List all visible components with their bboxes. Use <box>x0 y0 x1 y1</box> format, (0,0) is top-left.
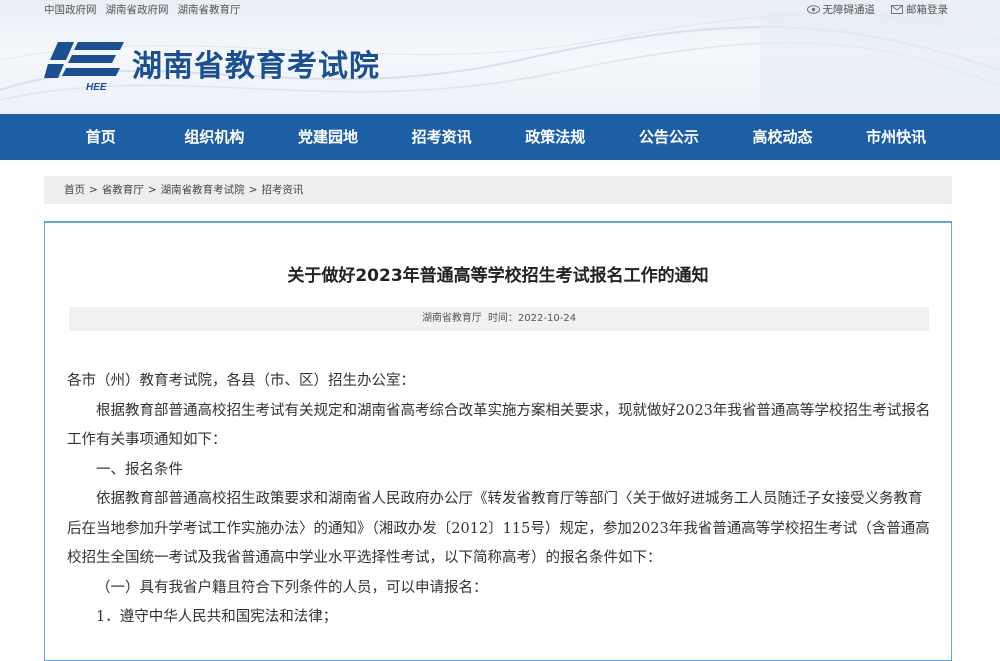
article-title: 关于做好2023年普通高等学校招生考试报名工作的通知 <box>287 266 709 286</box>
article-body: 各市（州）教育考试院，各县（市、区）招生办公室： 根据教育部普通高校招生考试有关… <box>67 367 933 633</box>
breadcrumb-home[interactable]: 首页 <box>64 184 85 196</box>
breadcrumb-separator: > <box>89 184 98 196</box>
article-paragraph: （一）具有我省户籍且符合下列条件的人员，可以申请报名： <box>96 579 488 596</box>
site-logo[interactable]: HEE 湖南省教育考试院 <box>44 38 380 94</box>
article-time-label: 时间： <box>487 313 518 324</box>
link-gov-cn[interactable]: 中国政府网 <box>44 2 97 17</box>
site-header: 中国政府网 湖南省政府网 湖南省教育厅 无障碍通道 邮箱登录 HEE 湖南省教育… <box>0 0 1000 114</box>
breadcrumb-admissions-news[interactable]: 招考资讯 <box>261 184 303 196</box>
eye-icon <box>806 5 820 14</box>
breadcrumb: 首页 > 省教育厅 > 湖南省教育考试院 > 招考资讯 <box>44 176 952 204</box>
article-source: 湖南省教育厅 <box>421 313 482 324</box>
article-paragraph: 根据教育部普通高校招生考试有关规定和湖南省高考综合改革实施方案相关要求，现就做好… <box>67 402 931 449</box>
nav-item-policies[interactable]: 政策法规 <box>499 114 613 160</box>
nav-item-organization[interactable]: 组织机构 <box>158 114 272 160</box>
accessibility-label: 无障碍通道 <box>822 4 876 16</box>
main-nav: 首页 组织机构 党建园地 招考资讯 政策法规 公告公示 高校动态 市州快讯 <box>0 114 1000 160</box>
accessibility-link[interactable]: 无障碍通道 <box>806 2 876 17</box>
nav-item-university-news[interactable]: 高校动态 <box>726 114 840 160</box>
site-title: 湖南省教育考试院 <box>132 49 380 84</box>
nav-item-party-building[interactable]: 党建园地 <box>271 114 385 160</box>
breadcrumb-separator: > <box>248 184 258 196</box>
mail-login-label: 邮箱登录 <box>906 4 948 16</box>
article-paragraph: 一、报名条件 <box>96 461 183 478</box>
article-paragraph: 各市（州）教育考试院，各县（市、区）招生办公室： <box>67 373 415 389</box>
logo-text: HEE <box>86 82 107 93</box>
article-panel: 关于做好2023年普通高等学校招生考试报名工作的通知 湖南省教育厅 时间：2022… <box>44 221 952 661</box>
link-hunan-gov[interactable]: 湖南省政府网 <box>106 2 169 17</box>
breadcrumb-edu-dept[interactable]: 省教育厅 <box>102 184 144 196</box>
breadcrumb-exam-institute[interactable]: 湖南省教育考试院 <box>161 184 245 196</box>
nav-item-city-news[interactable]: 市州快讯 <box>839 114 953 160</box>
nav-item-admissions-news[interactable]: 招考资讯 <box>385 114 499 160</box>
nav-item-announcements[interactable]: 公告公示 <box>612 114 726 160</box>
hee-logo-icon: HEE <box>44 42 124 93</box>
nav-item-home[interactable]: 首页 <box>44 114 158 160</box>
mail-icon <box>891 5 903 14</box>
article-paragraph: 依据教育部普通高校招生政策要求和湖南省人民政府办公厅《转发省教育厅等部门〈关于做… <box>67 491 930 566</box>
breadcrumb-separator: > <box>147 184 157 196</box>
top-right-links: 无障碍通道 邮箱登录 <box>806 2 948 17</box>
top-links: 中国政府网 湖南省政府网 湖南省教育厅 <box>44 2 241 17</box>
mail-login-link[interactable]: 邮箱登录 <box>891 2 948 17</box>
link-hunan-edu[interactable]: 湖南省教育厅 <box>178 2 241 17</box>
article-paragraph: 1．遵守中华人民共和国宪法和法律； <box>96 609 338 625</box>
article-time: 2022-10-24 <box>517 313 577 324</box>
article-meta: 湖南省教育厅 时间：2022-10-24 <box>69 307 929 331</box>
